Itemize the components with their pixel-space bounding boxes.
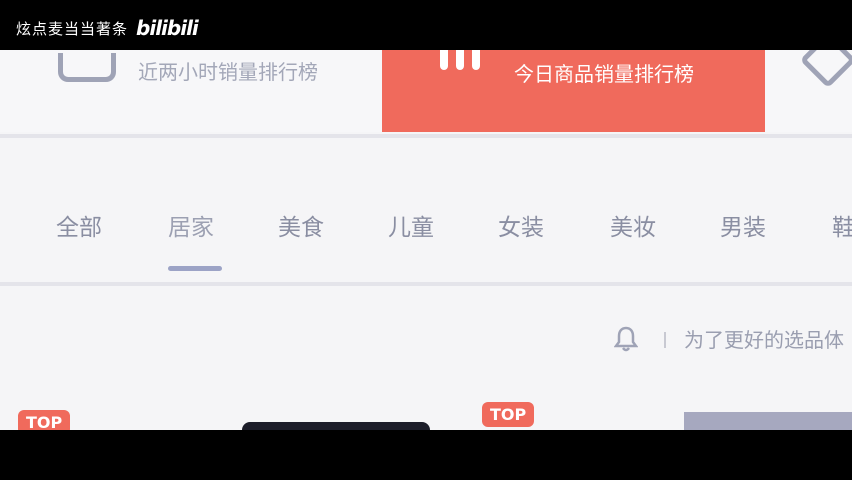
ranking-today-label: 今日商品销量排行榜 — [514, 62, 694, 86]
video-watermark: 炫点麦当当著条 bilibili — [16, 16, 199, 40]
notice-text: 为了更好的选品体 — [684, 328, 844, 352]
tab-kids[interactable]: 儿童 — [388, 208, 434, 242]
product-card-label[interactable] — [684, 412, 852, 430]
bell-icon[interactable] — [614, 326, 638, 352]
tab-all[interactable]: 全部 — [56, 208, 102, 242]
active-tab-indicator — [168, 266, 222, 271]
tag-icon[interactable] — [799, 50, 852, 89]
tab-shoes[interactable]: 鞋 — [832, 208, 852, 242]
letterbox-bottom — [0, 430, 852, 480]
ranking-bar: 近两小时销量排行榜 今日商品销量排行榜 — [0, 50, 852, 132]
category-tabs: 全部 居家 美食 儿童 女装 美妆 男装 鞋 — [0, 146, 852, 284]
bilibili-logo: bilibili — [136, 16, 199, 40]
tab-womens[interactable]: 女装 — [498, 208, 544, 242]
top-badge: TOP — [482, 402, 535, 427]
product-card-header[interactable] — [242, 422, 430, 430]
ranking-2h-tab[interactable]: 近两小时销量排行榜 — [58, 50, 318, 85]
top-badge: TOP — [18, 410, 71, 430]
divider — [0, 134, 852, 138]
tab-food[interactable]: 美食 — [278, 208, 324, 242]
tab-home[interactable]: 居家 — [168, 208, 214, 242]
tab-mens[interactable]: 男装 — [720, 208, 766, 242]
notice-divider — [664, 332, 666, 348]
ranking-today-tab[interactable]: 今日商品销量排行榜 — [382, 50, 765, 132]
watermark-text: 炫点麦当当著条 — [16, 19, 129, 38]
bar-chart-icon — [440, 50, 480, 70]
tab-beauty[interactable]: 美妆 — [610, 208, 656, 242]
notice-bar: 为了更好的选品体 — [0, 286, 852, 396]
ranking-2h-label: 近两小时销量排行榜 — [138, 60, 318, 84]
app-viewport: 近两小时销量排行榜 今日商品销量排行榜 全部 居家 美食 儿童 女装 美妆 男装… — [0, 50, 852, 430]
ranking-icon — [58, 53, 116, 82]
